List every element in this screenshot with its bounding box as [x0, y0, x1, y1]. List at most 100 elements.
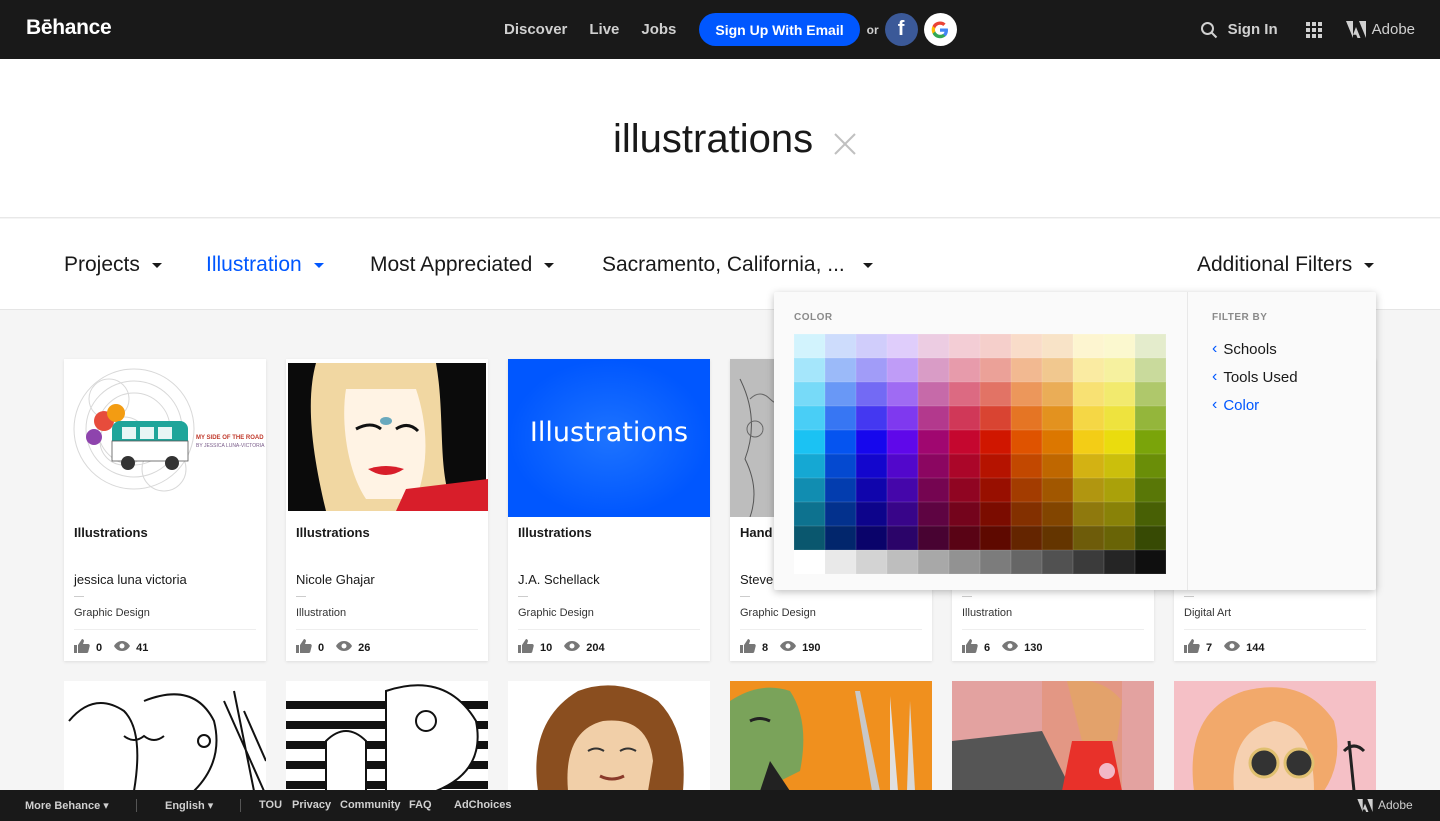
- color-swatch[interactable]: [980, 406, 1011, 430]
- card-owner[interactable]: Steve: [740, 572, 773, 587]
- project-thumbnail[interactable]: [508, 681, 710, 791]
- color-swatch[interactable]: [825, 454, 856, 478]
- color-swatch[interactable]: [980, 550, 1011, 574]
- color-swatch[interactable]: [1104, 382, 1135, 406]
- color-swatch[interactable]: [918, 550, 949, 574]
- color-swatch[interactable]: [887, 526, 918, 550]
- color-swatch[interactable]: [856, 430, 887, 454]
- project-thumbnail[interactable]: [1174, 681, 1376, 791]
- color-swatch[interactable]: [825, 406, 856, 430]
- color-swatch[interactable]: [887, 382, 918, 406]
- color-swatch[interactable]: [794, 478, 825, 502]
- project-card[interactable]: Illustrations Nicole Ghajar Illustration…: [286, 359, 488, 661]
- color-swatch[interactable]: [794, 526, 825, 550]
- card-field[interactable]: Illustration: [962, 607, 1012, 619]
- card-field[interactable]: Graphic Design: [518, 607, 594, 619]
- footer-adobe[interactable]: Adobe: [1357, 798, 1413, 812]
- color-swatch[interactable]: [1042, 430, 1073, 454]
- language-menu[interactable]: English ▾: [165, 799, 213, 812]
- color-swatch[interactable]: [825, 358, 856, 382]
- nav-discover[interactable]: Discover: [504, 21, 567, 38]
- color-swatch[interactable]: [980, 478, 1011, 502]
- color-swatch[interactable]: [918, 406, 949, 430]
- color-swatch[interactable]: [980, 430, 1011, 454]
- color-swatch[interactable]: [1073, 454, 1104, 478]
- card-title[interactable]: Illustrations: [296, 525, 370, 540]
- card-field[interactable]: Graphic Design: [740, 607, 816, 619]
- search-term[interactable]: illustrations: [613, 117, 813, 162]
- color-swatch[interactable]: [1135, 526, 1166, 550]
- color-swatch[interactable]: [918, 334, 949, 358]
- project-thumbnail[interactable]: Illustrations: [508, 359, 710, 517]
- color-swatch[interactable]: [794, 334, 825, 358]
- color-swatch[interactable]: [1042, 550, 1073, 574]
- color-swatch[interactable]: [887, 454, 918, 478]
- project-thumbnail[interactable]: MY SIDE OF THE ROAD BY JESSICA LUNA-VICT…: [64, 359, 266, 517]
- color-swatch[interactable]: [1104, 334, 1135, 358]
- apps-grid-icon[interactable]: [1305, 21, 1322, 38]
- project-thumbnail[interactable]: [286, 681, 488, 791]
- clear-search-icon[interactable]: [832, 131, 858, 162]
- color-swatch[interactable]: [1073, 406, 1104, 430]
- color-swatch[interactable]: [918, 502, 949, 526]
- color-swatch[interactable]: [1104, 502, 1135, 526]
- card-title[interactable]: Hand: [740, 525, 773, 540]
- color-swatch[interactable]: [825, 550, 856, 574]
- nav-jobs[interactable]: Jobs: [641, 21, 676, 38]
- color-swatch[interactable]: [887, 550, 918, 574]
- filter-projects[interactable]: Projects: [64, 253, 162, 277]
- color-swatch[interactable]: [949, 334, 980, 358]
- color-swatch[interactable]: [1042, 358, 1073, 382]
- project-thumbnail[interactable]: [64, 681, 266, 791]
- color-swatch[interactable]: [825, 478, 856, 502]
- color-swatch[interactable]: [980, 454, 1011, 478]
- card-title[interactable]: Illustrations: [518, 525, 592, 540]
- color-swatch[interactable]: [1042, 334, 1073, 358]
- footer-link-community[interactable]: Community: [340, 799, 401, 811]
- color-swatch[interactable]: [1073, 382, 1104, 406]
- color-swatch[interactable]: [887, 502, 918, 526]
- facebook-icon[interactable]: f: [884, 13, 918, 46]
- color-swatch[interactable]: [1135, 478, 1166, 502]
- color-swatch[interactable]: [1011, 358, 1042, 382]
- color-swatch[interactable]: [1135, 382, 1166, 406]
- color-swatch[interactable]: [825, 334, 856, 358]
- color-swatch[interactable]: [856, 334, 887, 358]
- project-card[interactable]: MY SIDE OF THE ROAD BY JESSICA LUNA-VICT…: [64, 359, 266, 661]
- color-swatch[interactable]: [918, 430, 949, 454]
- color-swatch[interactable]: [794, 358, 825, 382]
- card-title[interactable]: Illustrations: [74, 525, 148, 540]
- card-owner[interactable]: Nicole Ghajar: [296, 572, 375, 587]
- color-swatch[interactable]: [1011, 406, 1042, 430]
- color-swatch[interactable]: [1011, 550, 1042, 574]
- color-swatch[interactable]: [949, 526, 980, 550]
- color-swatch[interactable]: [1135, 502, 1166, 526]
- adobe-link[interactable]: Adobe: [1345, 21, 1415, 38]
- color-swatch[interactable]: [825, 430, 856, 454]
- color-swatch[interactable]: [980, 526, 1011, 550]
- project-card[interactable]: Illustrations Illustrations J.A. Schella…: [508, 359, 710, 661]
- filter-by-color[interactable]: ‹ Color: [1212, 396, 1259, 414]
- color-swatch[interactable]: [918, 454, 949, 478]
- color-swatch[interactable]: [1042, 526, 1073, 550]
- color-swatch[interactable]: [980, 502, 1011, 526]
- color-swatch[interactable]: [794, 502, 825, 526]
- color-swatch[interactable]: [1104, 526, 1135, 550]
- color-swatch[interactable]: [949, 430, 980, 454]
- card-field[interactable]: Digital Art: [1184, 607, 1231, 619]
- color-swatch[interactable]: [1073, 550, 1104, 574]
- color-swatch[interactable]: [887, 334, 918, 358]
- color-swatch[interactable]: [856, 502, 887, 526]
- color-swatch[interactable]: [1042, 502, 1073, 526]
- color-swatch[interactable]: [1011, 526, 1042, 550]
- more-behance-menu[interactable]: More Behance ▾: [25, 799, 109, 812]
- color-swatch[interactable]: [1011, 382, 1042, 406]
- color-swatch[interactable]: [949, 478, 980, 502]
- color-swatch[interactable]: [980, 382, 1011, 406]
- color-swatch[interactable]: [949, 550, 980, 574]
- color-swatch[interactable]: [1104, 430, 1135, 454]
- search-icon[interactable]: [1200, 21, 1218, 39]
- color-swatch[interactable]: [1104, 478, 1135, 502]
- color-swatch[interactable]: [1104, 454, 1135, 478]
- color-swatch[interactable]: [794, 454, 825, 478]
